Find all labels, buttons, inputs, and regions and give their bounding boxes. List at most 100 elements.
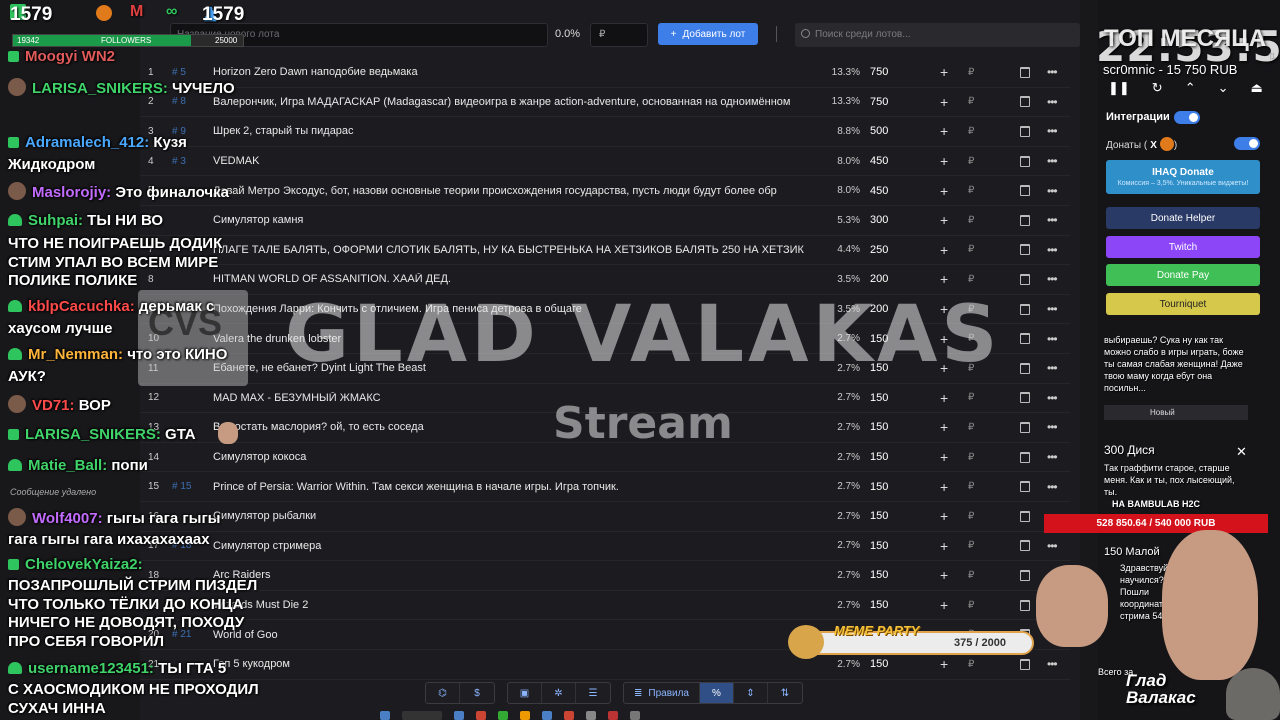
trash-icon[interactable] [1020, 510, 1030, 522]
trash-icon[interactable] [1020, 540, 1030, 552]
add-amount-icon[interactable]: + [940, 212, 948, 228]
lot-name[interactable]: Гоп 5 кукодром [213, 658, 819, 670]
ruble-icon[interactable]: ₽ [968, 481, 974, 492]
taskbar-app-icon[interactable] [630, 711, 640, 720]
more-options-icon[interactable]: ••• [1047, 391, 1058, 405]
taskbar-app-icon[interactable] [586, 711, 596, 720]
chat-username[interactable]: VD71: [32, 397, 75, 414]
taskbar-app-icon[interactable] [542, 711, 552, 720]
trash-icon[interactable] [1020, 214, 1030, 226]
lot-search-input[interactable]: Поиск среди лотов... [795, 23, 1080, 47]
trash-icon[interactable] [1020, 125, 1030, 137]
ruble-icon[interactable]: ₽ [968, 392, 974, 403]
more-options-icon[interactable]: ••• [1047, 302, 1058, 316]
more-options-icon[interactable]: ••• [1047, 450, 1058, 464]
trash-icon[interactable] [1020, 244, 1030, 256]
github-icon[interactable]: ⌬ [426, 683, 460, 703]
ruble-icon[interactable]: ₽ [968, 244, 974, 255]
lot-name[interactable]: Симулятор стримера [213, 540, 819, 552]
ruble-icon[interactable]: ₽ [968, 511, 974, 522]
chat-username[interactable]: Maslorojiy: [32, 184, 111, 201]
lot-name[interactable]: HITMAN WORLD OF ASSANITION. ХААЙ ДЕД. [213, 273, 819, 285]
ruble-icon[interactable]: ₽ [968, 156, 974, 167]
lot-name[interactable]: ПЛАГЕ ТАЛЕ БАЛЯТЬ, ОФОРМИ СЛОТИК БАЛЯТЬ,… [213, 244, 819, 256]
add-amount-icon[interactable]: + [940, 123, 948, 139]
donate-pay-button[interactable]: Donate Pay [1106, 264, 1260, 286]
more-options-icon[interactable]: ••• [1047, 95, 1058, 109]
more-options-icon[interactable]: ••• [1047, 361, 1058, 375]
chat-username[interactable]: Adramalech_412: [25, 134, 149, 151]
trash-icon[interactable] [1020, 569, 1030, 581]
trash-icon[interactable] [1020, 658, 1030, 670]
trash-icon[interactable] [1020, 333, 1030, 345]
trash-icon[interactable] [1020, 599, 1030, 611]
trash-icon[interactable] [1020, 185, 1030, 197]
add-amount-icon[interactable]: + [940, 508, 948, 524]
sort-icon[interactable]: ⇅ [768, 683, 802, 703]
ruble-icon[interactable]: ₽ [968, 215, 974, 226]
ruble-icon[interactable]: ₽ [968, 422, 974, 433]
ruble-icon[interactable]: ₽ [968, 540, 974, 551]
ruble-icon[interactable]: ₽ [968, 96, 974, 107]
lot-name[interactable]: Симулятор камня [213, 214, 819, 226]
taskbar-app-icon[interactable] [454, 711, 464, 720]
add-amount-icon[interactable]: + [940, 538, 948, 554]
taskbar-app-icon[interactable] [498, 711, 508, 720]
trash-icon[interactable] [1020, 273, 1030, 285]
chat-username[interactable]: username123451: [28, 660, 154, 677]
trash-icon[interactable] [1020, 362, 1030, 374]
more-options-icon[interactable]: ••• [1047, 657, 1058, 671]
add-amount-icon[interactable]: + [940, 479, 948, 495]
lot-name[interactable]: VEDMAK [213, 155, 819, 167]
lot-name[interactable]: Horizon Zero Dawn наподобие ведьмака [213, 66, 819, 78]
chat-username[interactable]: Moogyi WN2 [25, 48, 115, 65]
more-options-icon[interactable]: ••• [1047, 420, 1058, 434]
more-options-icon[interactable]: ••• [1047, 154, 1058, 168]
chat-username[interactable]: kblpCacuchka: [28, 298, 135, 315]
add-amount-icon[interactable]: + [940, 597, 948, 613]
lot-name[interactable]: Arc Raiders [213, 569, 819, 581]
more-options-icon[interactable]: ••• [1047, 480, 1058, 494]
chat-username[interactable]: Suhpai: [28, 212, 83, 229]
tourniquet-button[interactable]: Tourniquet [1106, 293, 1260, 315]
taskbar-app-icon[interactable] [520, 711, 530, 720]
chat-username[interactable]: LARISA_SNIKERS: [25, 426, 161, 443]
collapse-icon[interactable]: ⏏ [1251, 80, 1263, 96]
taskbar-search-icon[interactable] [402, 711, 442, 720]
ruble-icon[interactable]: ₽ [968, 67, 974, 78]
chevron-down-icon[interactable]: ⌄ [1218, 80, 1229, 96]
right-scroll-arrow-icon[interactable]: ⇅ [1268, 52, 1276, 63]
twitch-button[interactable]: Twitch [1106, 236, 1260, 258]
lot-name[interactable]: Симулятор кокоса [213, 451, 819, 463]
add-amount-icon[interactable]: + [940, 153, 948, 169]
more-options-icon[interactable]: ••• [1047, 213, 1058, 227]
lot-name[interactable]: Wizards Must Die 2 [213, 599, 819, 611]
more-options-icon[interactable]: ••• [1047, 65, 1058, 79]
chevron-up-icon[interactable]: ⌃ [1185, 80, 1196, 96]
pause-icon[interactable]: ❚❚ [1108, 80, 1130, 96]
ruble-icon[interactable]: ₽ [968, 274, 974, 285]
more-options-icon[interactable]: ••• [1047, 184, 1058, 198]
trash-icon[interactable] [1020, 155, 1030, 167]
ruble-icon[interactable]: ₽ [968, 452, 974, 463]
ihaq-donate-button[interactable]: IHAQ Donate Комиссия – 3,5%. Уникальные … [1106, 160, 1260, 194]
donates-toggle[interactable] [1234, 137, 1260, 150]
trash-icon[interactable] [1020, 392, 1030, 404]
more-options-icon[interactable]: ••• [1047, 243, 1058, 257]
trash-icon[interactable] [1020, 481, 1030, 493]
add-amount-icon[interactable]: + [940, 242, 948, 258]
chat-username[interactable]: Wolf4007: [32, 510, 103, 527]
save-icon[interactable]: ▣ [508, 683, 542, 703]
add-amount-icon[interactable]: + [940, 390, 948, 406]
more-options-icon[interactable]: ••• [1047, 124, 1058, 138]
chat-username[interactable]: LARISA_SNIKERS: [32, 80, 168, 97]
taskbar-app-icon[interactable] [608, 711, 618, 720]
add-lot-button[interactable]: + Добавить лот [658, 23, 758, 45]
amount-input[interactable]: ₽ [590, 23, 648, 47]
more-options-icon[interactable]: ••• [1047, 272, 1058, 286]
add-amount-icon[interactable]: + [940, 94, 948, 110]
windows-start-icon[interactable] [380, 711, 390, 720]
trash-icon[interactable] [1020, 303, 1030, 315]
add-amount-icon[interactable]: + [940, 64, 948, 80]
trash-icon[interactable] [1020, 421, 1030, 433]
